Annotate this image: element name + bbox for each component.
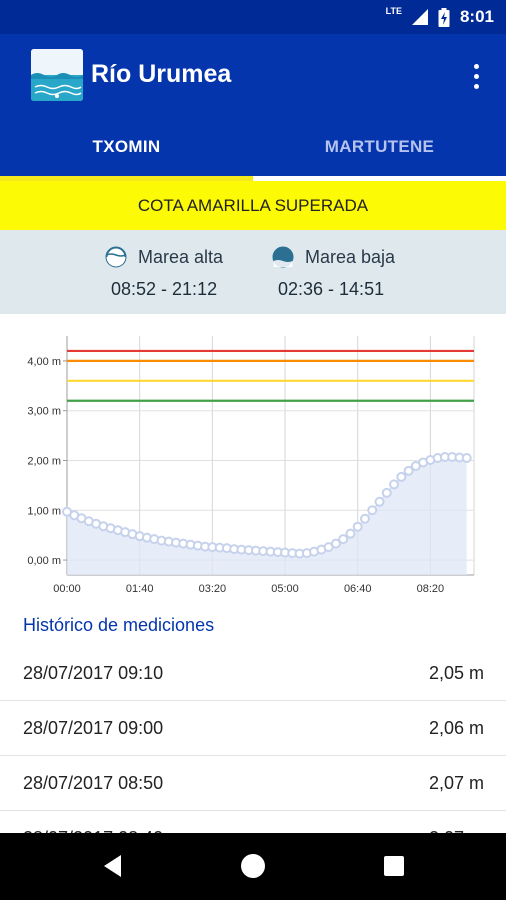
low-tide-label: Marea baja <box>305 247 396 267</box>
app-title: Río Urumea <box>91 60 232 88</box>
data-point <box>367 505 378 516</box>
history-value: 2,06 m <box>428 718 484 738</box>
data-point <box>352 521 363 532</box>
tab-txomin[interactable]: TXOMIN <box>0 118 253 176</box>
app-bar: Río Urumea <box>0 34 506 118</box>
more-vertical-icon[interactable] <box>462 56 490 96</box>
history-row: 28/07/2017 09:10 2,05 m <box>0 646 506 701</box>
navigation-bar <box>0 833 506 900</box>
data-point <box>359 513 370 524</box>
back-icon[interactable] <box>104 855 121 877</box>
data-point <box>396 471 407 482</box>
x-tick-label: 08:20 <box>417 583 445 595</box>
low-tide: Marea baja 02:36 - 14:51 <box>272 230 422 314</box>
network-type: LTE <box>385 6 402 16</box>
alert-text: COTA AMARILLA SUPERADA <box>137 195 369 215</box>
low-tide-times: 02:36 - 14:51 <box>278 279 385 299</box>
data-point <box>338 534 349 545</box>
y-tick-label: 4,00 m <box>27 356 61 368</box>
x-tick-label: 01:40 <box>126 583 154 595</box>
history-value: 2,07 m <box>428 773 484 793</box>
history-value: 2,05 m <box>428 663 484 683</box>
high-tide-label: Marea alta <box>138 247 224 267</box>
data-point <box>389 479 400 490</box>
history-date: 28/07/2017 09:10 <box>23 663 164 683</box>
signal-icon <box>411 9 428 25</box>
home-icon[interactable] <box>241 854 265 878</box>
screen: LTE 8:01 Río Urumea TXOMIN MARTUTENE COT… <box>0 0 506 900</box>
y-tick-label: 3,00 m <box>27 406 61 418</box>
high-tide-icon <box>105 246 127 268</box>
water-level-chart: 00:00 01:40 03:20 05:00 06:40 08:20 0,00 m 1,00… <box>27 336 475 595</box>
tab-martutene[interactable]: MARTUTENE <box>253 118 506 176</box>
status-bar: LTE 8:01 <box>0 0 506 34</box>
data-point <box>381 487 392 498</box>
battery-icon <box>438 7 450 27</box>
history-date: 28/07/2017 09:00 <box>23 718 164 738</box>
x-tick-label: 05:00 <box>271 583 299 595</box>
data-point <box>374 496 385 507</box>
data-point <box>461 452 472 463</box>
clock: 8:01 <box>459 7 494 26</box>
tides-panel: Marea alta 08:52 - 21:12 Marea baja 02:3… <box>0 230 506 314</box>
river-station-logo <box>31 49 83 101</box>
y-tick-label: 0,00 m <box>27 555 61 567</box>
history-row: 28/07/2017 09:00 2,06 m <box>0 701 506 756</box>
high-tide-times: 08:52 - 21:12 <box>111 279 218 299</box>
y-tick-label: 1,00 m <box>27 505 61 517</box>
recents-icon[interactable] <box>384 856 404 876</box>
x-tick-label: 06:40 <box>344 583 372 595</box>
alert-banner: COTA AMARILLA SUPERADA <box>0 181 506 230</box>
x-tick-label: 03:20 <box>199 583 227 595</box>
history-row: 28/07/2017 08:50 2,07 m <box>0 756 506 811</box>
y-tick-label: 2,00 m <box>27 455 61 467</box>
data-point <box>345 528 356 539</box>
x-tick-label: 00:00 <box>53 583 81 595</box>
high-tide: Marea alta 08:52 - 21:12 <box>105 230 255 314</box>
low-tide-icon <box>272 246 294 268</box>
history-date: 28/07/2017 08:50 <box>23 773 164 793</box>
history-title: Histórico de mediciones <box>23 615 215 635</box>
tabs: TXOMIN MARTUTENE <box>0 118 506 176</box>
